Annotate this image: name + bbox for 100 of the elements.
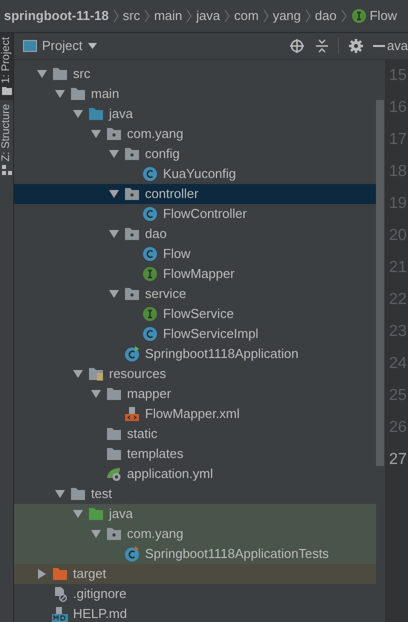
expanded-arrow-icon[interactable] [108, 289, 118, 299]
tree-row[interactable]: service [14, 284, 376, 304]
locate-icon[interactable] [290, 39, 304, 53]
tool-window-tab[interactable]: 1: Project [0, 33, 13, 100]
tree-label: KuaYuconfig [163, 165, 236, 184]
folder-icon [88, 107, 104, 121]
tree-label: FlowMapper [163, 265, 235, 284]
tree-row[interactable]: FlowController [14, 204, 376, 224]
breadcrumb-item[interactable]: com [234, 6, 259, 26]
package-icon [124, 147, 140, 161]
tree-label: test [91, 485, 112, 504]
expanded-arrow-icon[interactable] [108, 189, 118, 199]
ignore-file-icon [52, 586, 68, 602]
tree-label: com.yang [127, 525, 184, 544]
folder-icon [52, 67, 68, 81]
collapsed-arrow-icon[interactable] [36, 569, 46, 579]
class-icon [142, 166, 158, 182]
breadcrumb-item[interactable]: Flow [370, 6, 398, 26]
tree-row[interactable]: config [14, 144, 376, 164]
folder-icon [106, 387, 122, 401]
tree-label: dao [145, 225, 167, 244]
tree-label: java [109, 105, 133, 124]
tree-row[interactable]: templates [14, 444, 376, 464]
tree-row[interactable]: application.yml [14, 464, 376, 484]
tree-label: target [73, 565, 106, 584]
tree-label: FlowMapper.xml [145, 405, 240, 424]
tree-label: main [91, 85, 120, 104]
breadcrumb-item[interactable]: src [122, 6, 140, 26]
tree-row[interactable]: KuaYuconfig [14, 164, 376, 184]
tree-label: FlowServiceImpl [163, 325, 258, 344]
package-icon [106, 527, 122, 541]
tree-row[interactable]: test [14, 484, 376, 504]
dropdown-caret-icon[interactable] [88, 43, 98, 49]
tree-row[interactable]: static [14, 424, 376, 444]
tree-label: FlowController [163, 205, 247, 224]
folder-icon [52, 567, 68, 581]
tree-row[interactable]: java [14, 504, 376, 524]
breadcrumb-item[interactable]: java [196, 6, 220, 26]
tree-row[interactable]: src [14, 64, 376, 84]
folder-icon [106, 447, 122, 461]
class-icon [142, 326, 158, 342]
tree-row[interactable]: controller [14, 184, 376, 204]
folder-icon [88, 507, 104, 521]
tree-row[interactable]: HELP.md [14, 604, 376, 622]
tree-row[interactable]: dao [14, 224, 376, 244]
tree-row[interactable]: main [14, 84, 376, 104]
expanded-arrow-icon[interactable] [108, 229, 118, 239]
chevron-icon [304, 9, 311, 23]
tree-label: mapper [127, 385, 172, 404]
folder-icon [106, 427, 122, 441]
tree-row[interactable]: resources [14, 364, 376, 384]
tree-row[interactable]: FlowMapper [14, 264, 376, 284]
package-icon [106, 127, 122, 141]
tree-row[interactable]: com.yang [14, 124, 376, 144]
tree-label: HELP.md [73, 605, 127, 622]
tree-row[interactable]: Flow [14, 244, 376, 264]
interface-icon [142, 266, 158, 282]
tree-label: Springboot1118Application [145, 345, 298, 364]
breadcrumb-item[interactable]: dao [314, 6, 337, 26]
breadcrumb-item[interactable]: springboot-11-18 [4, 6, 109, 26]
tree-label: .gitignore [73, 585, 126, 604]
scrollbar-thumb[interactable] [376, 100, 384, 466]
tree-label: Springboot1118ApplicationTests [145, 545, 329, 564]
folder-icon [70, 487, 86, 501]
interface-icon [350, 8, 367, 24]
tree-label: static [127, 425, 158, 444]
tool-window-tab[interactable]: Z: Structure [0, 100, 13, 179]
editor-tab[interactable]: ava [387, 36, 408, 56]
chevron-icon [262, 9, 269, 23]
folder-icon [70, 87, 86, 101]
xml-file-icon [124, 406, 140, 422]
tree-row[interactable]: FlowMapper.xml [14, 404, 376, 424]
class-icon [124, 546, 140, 562]
tree-label: config [145, 145, 180, 164]
folder-icon [2, 86, 12, 96]
tree-label: java [109, 505, 133, 524]
tree-label: Flow [163, 245, 190, 264]
line-number: 27 [388, 450, 408, 470]
tree-row[interactable]: .gitignore [14, 584, 376, 604]
tree-row[interactable]: FlowService [14, 304, 376, 324]
tree-row[interactable]: Springboot1118Application [14, 344, 376, 364]
tree-label: application.yml [127, 465, 213, 484]
tree-row[interactable]: java [14, 104, 376, 124]
settings-icon[interactable] [349, 39, 363, 53]
collapse-all-icon[interactable] [316, 39, 328, 53]
resources-folder-icon [88, 367, 104, 381]
tree-row[interactable]: mapper [14, 384, 376, 404]
breadcrumb-item[interactable]: main [154, 6, 182, 26]
tree-label: FlowService [163, 305, 234, 324]
tree-row[interactable]: target [14, 564, 376, 584]
tree-row[interactable]: Springboot1118ApplicationTests [14, 544, 376, 564]
breadcrumb-item[interactable]: yang [272, 6, 301, 26]
chevron-icon [224, 9, 230, 23]
chevron-icon [340, 9, 347, 23]
yml-file-icon [106, 466, 122, 482]
tree-row[interactable]: com.yang [14, 524, 376, 544]
chevron-icon [186, 9, 192, 23]
package-icon [124, 287, 140, 301]
panel-title[interactable]: Project [42, 36, 82, 56]
tree-row[interactable]: FlowServiceImpl [14, 324, 376, 344]
